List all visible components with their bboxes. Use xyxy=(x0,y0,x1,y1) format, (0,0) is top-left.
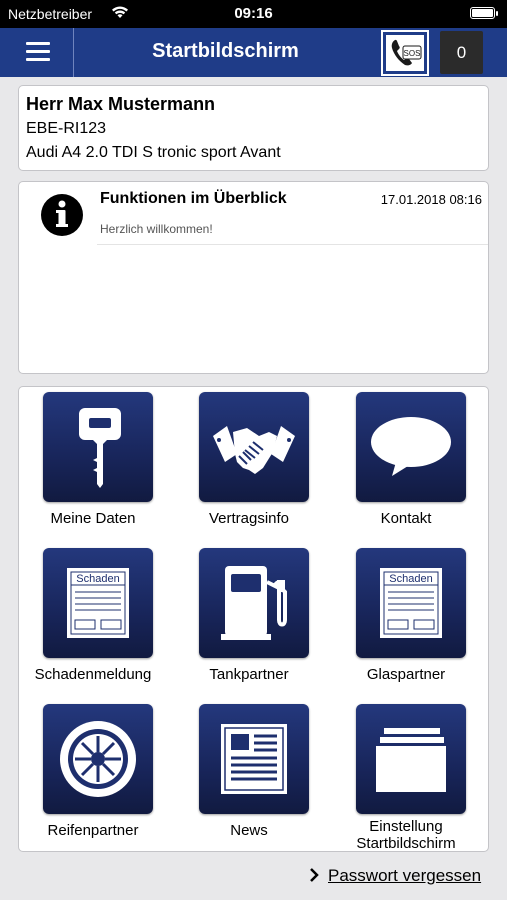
tile-label: Vertragsinfo xyxy=(208,510,290,527)
form-title-text: Schaden xyxy=(76,573,119,585)
tile-glaspartner-box: Schaden xyxy=(356,548,466,658)
status-bar: Netzbetreiber 09:16 xyxy=(0,0,507,28)
sos-button-face: SOS xyxy=(386,35,424,71)
tile-label: News xyxy=(230,822,268,839)
tile-label: Kontakt xyxy=(380,510,432,527)
tile-meine-daten-box xyxy=(43,392,153,502)
message-divider xyxy=(97,244,488,245)
tile-label-line1: Einstellung xyxy=(369,818,443,835)
phone-sos-icon: SOS xyxy=(391,39,422,66)
info-icon xyxy=(41,194,83,236)
hamburger-menu-icon xyxy=(26,42,50,45)
forgot-password-label: Passwort vergessen xyxy=(328,866,482,885)
message-title[interactable]: Funktionen im Überblick xyxy=(100,190,287,208)
tile-tankpartner-box xyxy=(199,548,309,658)
hamburger-line xyxy=(26,58,50,61)
tile-news-box xyxy=(199,704,309,814)
chevron-right-icon xyxy=(310,868,319,882)
glass-form-icon: Schaden xyxy=(380,568,442,638)
tile-vertragsinfo-box xyxy=(199,392,309,502)
messages-panel: Funktionen im Überblick 17.01.2018 08:16… xyxy=(18,181,489,374)
forgot-password-link[interactable]: Passwort vergessen xyxy=(308,866,481,886)
tile-label: Tankpartner xyxy=(209,666,289,683)
notification-counter[interactable]: 0 xyxy=(440,31,483,74)
function-grid: Meine Daten Vertragsinfo Kontakt Schaden… xyxy=(18,386,489,852)
tile-label: Meine Daten xyxy=(50,510,136,527)
tile-label: Schadenmeldung xyxy=(34,666,152,683)
cards-stack-icon xyxy=(376,728,446,792)
tile-label-line2: Startbildschirm xyxy=(356,835,456,852)
profile-card[interactable]: Herr Max Mustermann EBE-RI123 Audi A4 2.… xyxy=(18,85,489,171)
page-title: Startbildschirm xyxy=(152,40,299,62)
license-plate: EBE-RI123 xyxy=(26,120,107,137)
clock: 09:16 xyxy=(234,5,273,22)
tire-icon xyxy=(60,721,136,797)
handshake-icon xyxy=(213,426,295,474)
customer-name: Herr Max Mustermann xyxy=(26,94,216,114)
newspaper-icon xyxy=(221,724,287,794)
tile-schadenmeldung-box: Schaden xyxy=(43,548,153,658)
key-icon xyxy=(79,408,121,488)
vehicle-model: Audi A4 2.0 TDI S tronic sport Avant xyxy=(26,144,281,161)
tile-label-two-line: Einstellung Startbildschirm xyxy=(326,818,486,852)
battery-icon xyxy=(470,7,498,19)
fuel-pump-icon xyxy=(221,566,287,640)
tile-label: Reifenpartner xyxy=(47,822,139,839)
tile-label: Glaspartner xyxy=(366,666,446,683)
navigation-bar: Startbildschirm SOS 0 xyxy=(0,28,507,77)
form-title-text: Schaden xyxy=(389,573,432,585)
tile-kontakt-box xyxy=(356,392,466,502)
speech-bubble-icon xyxy=(371,417,451,476)
sos-button[interactable]: SOS xyxy=(381,30,429,76)
tile-reifenpartner-box xyxy=(43,704,153,814)
tile-einstellung-box xyxy=(356,704,466,814)
damage-form-icon: Schaden xyxy=(67,568,129,638)
message-date: 17.01.2018 08:16 xyxy=(380,192,482,207)
hamburger-line xyxy=(26,50,50,53)
menu-button[interactable] xyxy=(0,28,74,77)
message-text: Herzlich willkommen! xyxy=(100,222,213,236)
sos-label: SOS xyxy=(404,49,421,58)
